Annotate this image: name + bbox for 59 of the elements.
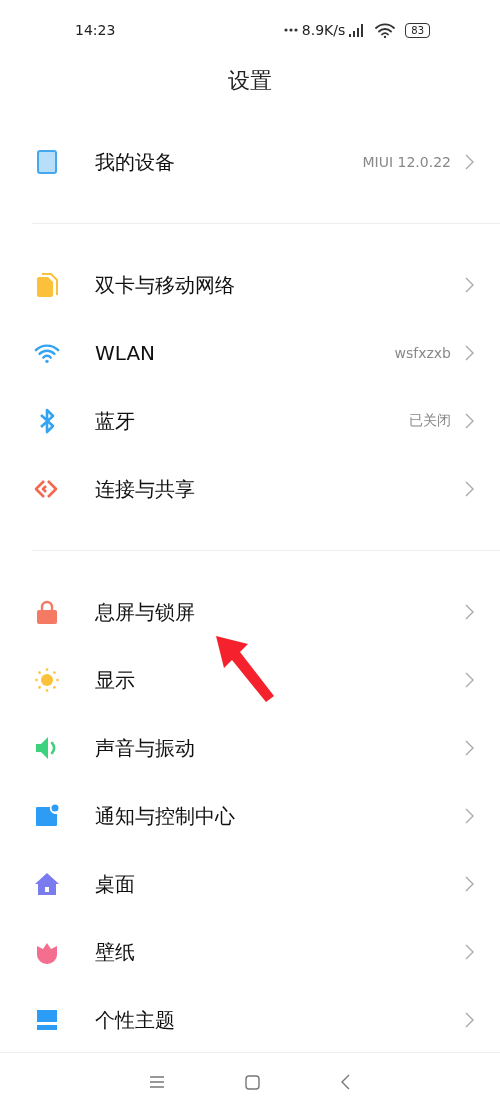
row-label: 连接与共享 (95, 475, 196, 503)
row-label: 显示 (95, 666, 136, 694)
chevron-right-icon (465, 413, 474, 429)
row-label: 息屏与锁屏 (95, 598, 196, 626)
back-icon[interactable] (340, 1074, 350, 1090)
settings-row[interactable]: 连接与共享 (0, 455, 500, 523)
row-label: WLAN (95, 341, 157, 365)
settings-row[interactable]: 壁纸 (0, 918, 500, 986)
bluetooth-icon (38, 408, 56, 434)
row-label: 蓝牙 (95, 407, 136, 435)
dots-icon (283, 28, 298, 32)
chevron-right-icon (465, 808, 474, 824)
house-icon (34, 872, 60, 896)
sun-icon (34, 667, 60, 693)
settings-row[interactable]: 显示 (0, 646, 500, 714)
row-label: 通知与控制中心 (95, 802, 236, 830)
settings-row[interactable]: 双卡与移动网络 (0, 251, 500, 319)
phone-icon (37, 150, 57, 174)
row-value: 已关闭 (409, 412, 451, 430)
lock-icon (36, 599, 58, 625)
chevron-right-icon (465, 740, 474, 756)
row-label: 个性主题 (95, 1006, 176, 1034)
chevron-right-icon (465, 672, 474, 688)
settings-row[interactable]: 息屏与锁屏 (0, 578, 500, 646)
wifi-icon (34, 342, 60, 364)
theme-icon (36, 1009, 58, 1031)
row-label: 壁纸 (95, 938, 136, 966)
diamond-arrows-icon (34, 478, 60, 500)
row-value: MIUI 12.0.22 (362, 154, 451, 170)
signal-icon (349, 23, 366, 37)
settings-row[interactable]: 声音与振动 (0, 714, 500, 782)
menu-icon[interactable] (150, 1076, 165, 1088)
chevron-right-icon (465, 345, 474, 361)
settings-row[interactable]: WLAN wsfxzxb (0, 319, 500, 387)
battery-level: 83 (405, 22, 430, 38)
settings-row[interactable]: 我的设备 MIUI 12.0.22 (0, 128, 500, 196)
chevron-right-icon (465, 944, 474, 960)
wifi-icon (375, 22, 396, 38)
settings-row[interactable]: 蓝牙 已关闭 (0, 387, 500, 455)
sim-card-icon (36, 273, 58, 297)
chevron-right-icon (465, 154, 474, 170)
chevron-right-icon (465, 876, 474, 892)
settings-row[interactable]: 通知与控制中心 (0, 782, 500, 850)
status-time: 14:23 (75, 22, 116, 38)
chevron-right-icon (465, 481, 474, 497)
chevron-right-icon (465, 1012, 474, 1028)
row-label: 声音与振动 (95, 734, 196, 762)
page-title: 设置 (227, 67, 273, 95)
home-button-icon[interactable] (245, 1074, 260, 1090)
row-value: wsfxzxb (394, 345, 451, 361)
chevron-right-icon (465, 604, 474, 620)
settings-row[interactable]: 桌面 (0, 850, 500, 918)
row-label: 桌面 (95, 870, 136, 898)
chevron-right-icon (465, 277, 474, 293)
row-label: 我的设备 (95, 148, 176, 176)
settings-row[interactable]: 个性主题 (0, 986, 500, 1052)
network-speed: 8.9K/s (301, 22, 346, 38)
notification-icon (35, 804, 59, 828)
row-label: 双卡与移动网络 (95, 271, 236, 299)
